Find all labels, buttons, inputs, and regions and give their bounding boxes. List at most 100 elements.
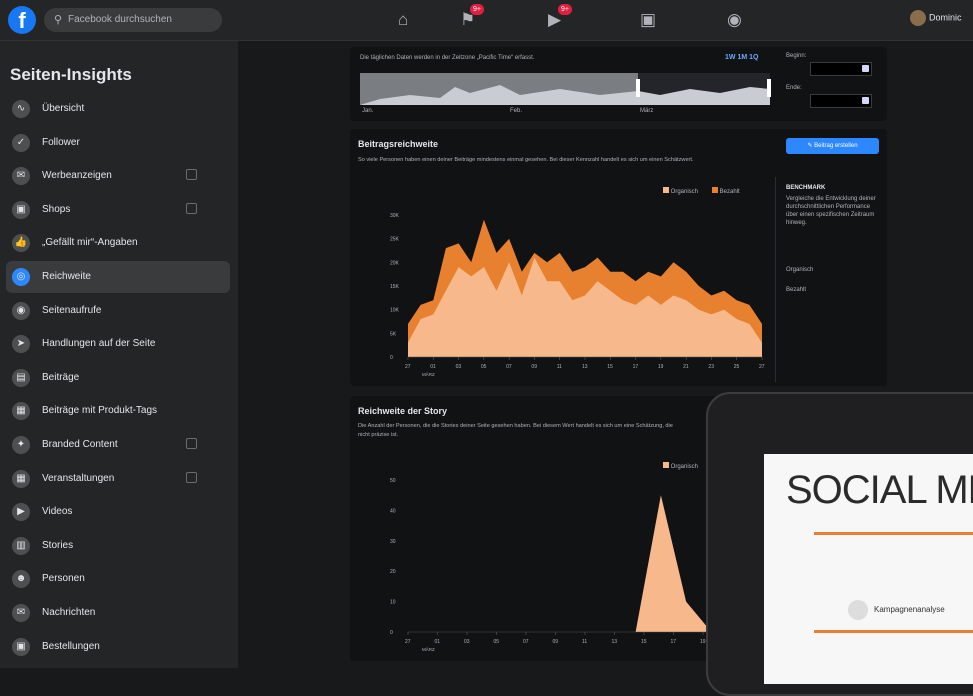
sidebar-item-stories[interactable]: ▥ Stories <box>6 530 230 562</box>
y-tick-label: 25K <box>390 237 400 243</box>
legend-swatch-organic <box>663 187 669 193</box>
benchmark-title: BENCHMARK <box>786 185 826 191</box>
x-tick-label: 07 <box>506 364 512 370</box>
sidebar-item-cursor[interactable]: ➤ Handlungen auf der Seite <box>6 328 230 360</box>
x-tick-label: 07 <box>523 639 529 645</box>
sidebar-item-like[interactable]: 👍 „Gefällt mir“-Angaben <box>6 227 230 259</box>
sidebar-item-label: Übersicht <box>42 103 85 114</box>
tag-icon: ▦ <box>12 402 30 421</box>
x-tick-label: 19 <box>700 639 706 645</box>
legend-paid-label: Bezahlt <box>719 189 740 195</box>
sidebar-item-people[interactable]: ☻ Personen <box>6 563 230 595</box>
user-name: Dominic <box>929 12 962 23</box>
y-tick-label: 5K <box>390 331 397 337</box>
sidebar-item-branded[interactable]: ✦ Branded Content <box>6 429 230 461</box>
external-link-icon[interactable] <box>186 169 197 181</box>
month-mar: März <box>640 108 654 114</box>
range-handle-end[interactable] <box>767 79 771 97</box>
sidebar-item-label: Handlungen auf der Seite <box>42 338 156 350</box>
benchmark-divider <box>775 177 776 382</box>
top-bar: f ⚲ Facebook durchsuchen ⌂ ⚑ 9+ ▶ 9+ ▣ ◉ D… <box>0 0 973 41</box>
story-reach-title: Reichweite der Story <box>358 406 448 416</box>
y-tick-label: 15K <box>390 284 400 290</box>
external-link-icon[interactable] <box>186 202 197 214</box>
sidebar-item-chart[interactable]: ∿ Übersicht <box>6 93 230 125</box>
sidebar-item-label: Beiträge <box>42 371 80 383</box>
benchmark-paid[interactable]: Bezahlt <box>786 287 806 293</box>
x-tick-label: 15 <box>607 364 613 370</box>
sidebar-item-label: Nachrichten <box>42 607 96 618</box>
tablet-screen: SOCIAL ME Kampagnenanalyse <box>764 454 973 684</box>
flag-icon[interactable]: ⚑ 9+ <box>460 4 484 30</box>
user-profile[interactable]: Dominic <box>910 10 962 26</box>
eye-icon: ◉ <box>12 301 30 320</box>
calendar-icon: ▦ <box>12 469 30 488</box>
calendar-icon[interactable] <box>862 65 869 72</box>
y-tick-label: 30K <box>390 213 400 219</box>
y-tick-label: 40 <box>390 508 396 514</box>
post-reach-chart: 30K 25K 20K 15K 10K 5K 0 27 01 03 05 07 09 11 13 15 17 19… <box>390 213 765 377</box>
y-tick-label: 0 <box>390 630 393 636</box>
x-tick-label: 21 <box>683 364 689 370</box>
month-jan: Jan. <box>362 108 374 114</box>
x-tick-label: 09 <box>553 639 559 645</box>
end-date-input[interactable] <box>810 94 872 108</box>
tablet-heading: SOCIAL ME <box>786 468 973 512</box>
facebook-logo-icon[interactable]: f <box>8 6 36 34</box>
sidebar-item-messages[interactable]: ✉ Nachrichten <box>6 597 230 629</box>
search-icon: ⚲ <box>54 14 63 26</box>
create-post-button[interactable]: ✎ Beitrag erstellen <box>786 138 879 154</box>
range-handle-start[interactable] <box>636 79 640 97</box>
x-tick-label: 17 <box>671 639 677 645</box>
story-reach-subtitle-2: nicht präzise ist. <box>358 432 399 438</box>
x-tick-label: 05 <box>494 639 500 645</box>
tablet-row-label: Kampagnenanalyse <box>874 605 945 614</box>
sidebar-item-label: Veranstaltungen <box>42 472 115 484</box>
external-link-icon[interactable] <box>186 438 197 449</box>
cursor-icon: ➤ <box>12 335 30 354</box>
post-reach-card: Beitragsreichweite So viele Personen hab… <box>350 129 887 386</box>
search-input[interactable]: ⚲ Facebook durchsuchen <box>44 8 222 32</box>
legend-paid: Bezahlt <box>712 187 740 195</box>
watch-badge: 9+ <box>558 4 572 15</box>
x-tick-label: 03 <box>456 364 462 370</box>
shop-icon: ▣ <box>12 200 30 219</box>
sidebar-item-label: Shops <box>42 203 71 215</box>
post-reach-subtitle: So viele Personen haben einen deiner Bei… <box>358 157 694 163</box>
branded-icon: ✦ <box>12 436 30 454</box>
benchmark-text: Vergleiche die Entwicklung deiner durchs… <box>786 196 876 226</box>
y-tick-label: 10K <box>390 308 400 314</box>
sidebar-item-orders[interactable]: ▣ Bestellungen <box>6 631 230 663</box>
story-reach-subtitle: Die Anzahl der Personen, die die Stories… <box>358 423 673 429</box>
x-tick-label: 15 <box>641 639 647 645</box>
x-month-label: MÄRZ <box>422 646 435 652</box>
calendar-icon[interactable] <box>862 97 869 104</box>
begin-date-input[interactable] <box>810 62 872 76</box>
external-link-icon[interactable] <box>186 471 197 483</box>
sidebar-item-reach[interactable]: ◎ Reichweite <box>6 261 230 293</box>
watch-icon[interactable]: ▶ 9+ <box>548 4 572 30</box>
end-label: Ende: <box>786 85 802 91</box>
sidebar-item-eye[interactable]: ◉ Seitenaufrufe <box>6 295 230 327</box>
like-icon: 👍 <box>12 234 30 253</box>
sidebar-item-calendar[interactable]: ▦ Veranstaltungen <box>6 463 230 495</box>
sidebar-item-shop[interactable]: ▣ Shops <box>6 194 230 226</box>
timezone-note: Die täglichen Daten werden in der Zeitzo… <box>360 55 535 61</box>
marketplace-icon[interactable]: ▣ <box>640 10 656 30</box>
sidebar-item-label: Werbeanzeigen <box>42 170 112 182</box>
sidebar-item-tag[interactable]: ▦ Beiträge mit Produkt-Tags <box>6 395 230 427</box>
sidebar-item-posts[interactable]: ▤ Beiträge <box>6 362 230 394</box>
sidebar-item-video[interactable]: ▶ Videos <box>6 496 230 528</box>
home-icon[interactable]: ⌂ <box>398 10 408 30</box>
range-slider[interactable] <box>360 65 780 115</box>
range-presets[interactable]: 1W 1M 1Q <box>725 54 758 61</box>
x-tick-label: 27 <box>759 364 765 370</box>
checkbox-icon[interactable] <box>848 600 868 620</box>
y-tick-label: 50 <box>390 478 396 484</box>
tablet-orange-rule <box>814 532 973 535</box>
benchmark-organic[interactable]: Organisch <box>786 267 813 273</box>
gaming-icon[interactable]: ◉ <box>727 10 742 30</box>
sidebar-item-follower[interactable]: ✓ Follower <box>6 127 230 159</box>
orders-icon: ▣ <box>12 637 30 656</box>
sidebar-item-megaphone[interactable]: ✉ Werbeanzeigen <box>6 160 230 192</box>
